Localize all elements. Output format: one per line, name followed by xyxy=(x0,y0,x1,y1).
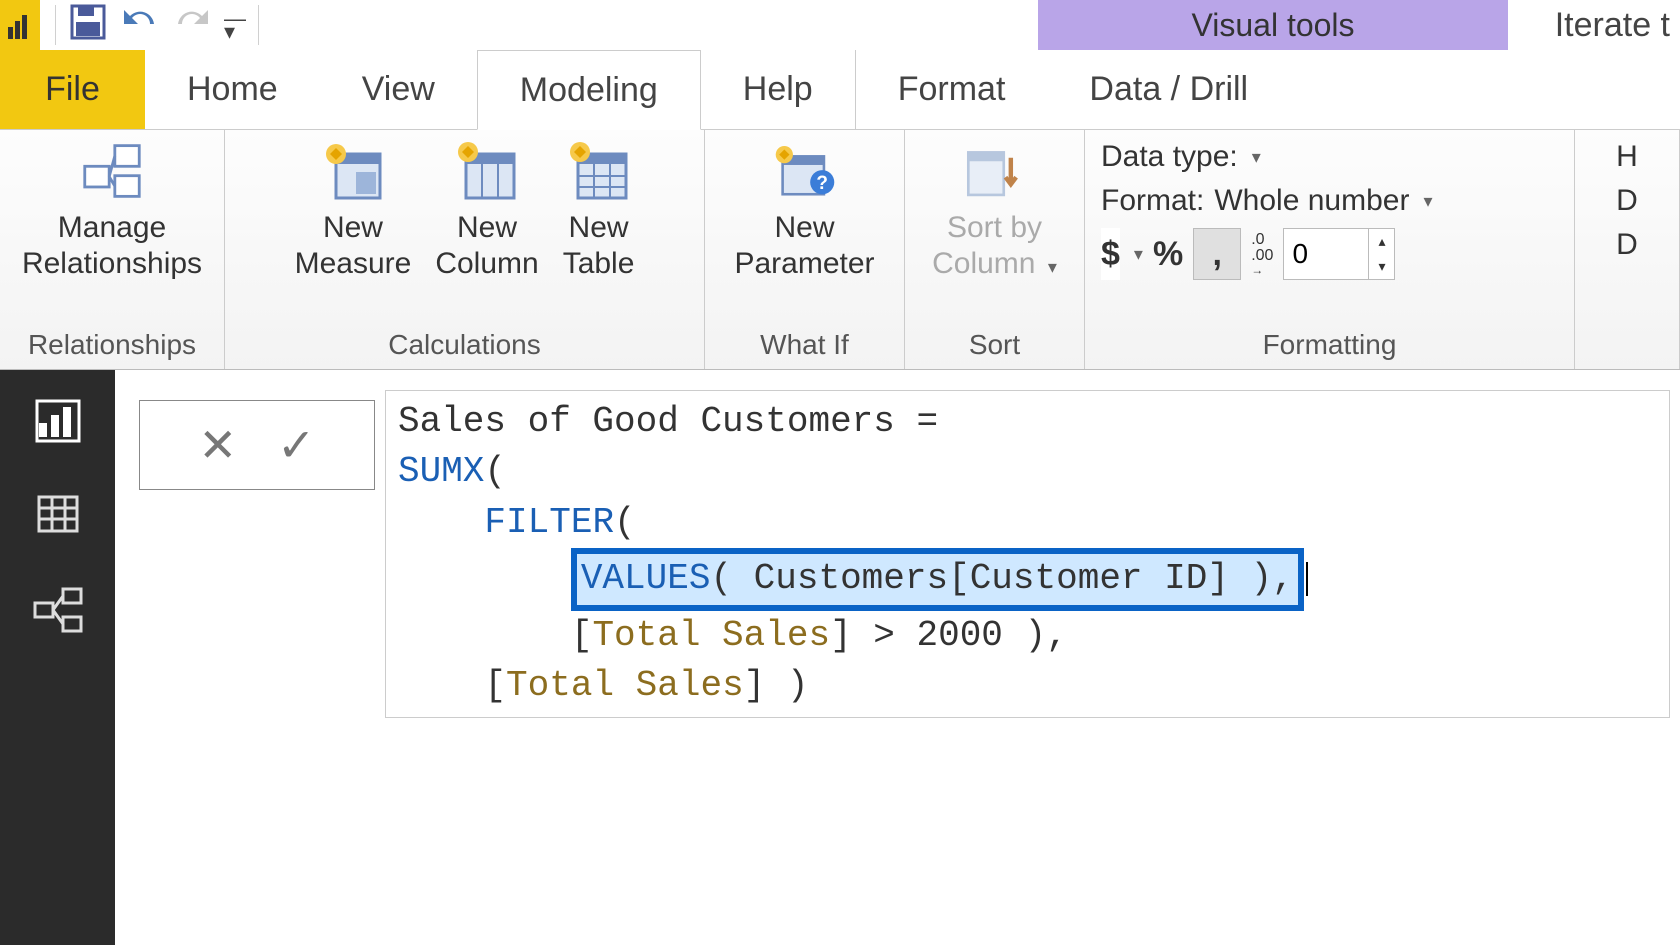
new-parameter-label-1: New xyxy=(774,211,834,244)
redo-icon[interactable] xyxy=(172,4,212,47)
formula-fn-filter: FILTER xyxy=(484,502,614,543)
format-value[interactable]: Whole number xyxy=(1214,184,1409,218)
currency-button[interactable]: $ xyxy=(1101,228,1120,280)
sort-by-label-2: Column xyxy=(932,247,1035,280)
formula-editor[interactable]: Sales of Good Customers = SUMX( FILTER( … xyxy=(385,390,1670,718)
accept-formula-button[interactable]: ✓ xyxy=(277,418,316,472)
tab-file[interactable]: File xyxy=(0,49,145,129)
cutoff-row-d1: D xyxy=(1616,184,1638,218)
formula-fn-sumx: SUMX xyxy=(398,451,484,492)
new-measure-label-1: New xyxy=(323,211,383,244)
parameter-icon: ? xyxy=(774,140,836,202)
formula-selection: VALUES( Customers[Customer ID] ), xyxy=(571,548,1304,610)
document-title: Iterate t xyxy=(1555,0,1670,50)
table-icon xyxy=(568,140,630,202)
formula-ident-total-sales-1: Total Sales xyxy=(592,615,830,656)
report-view-icon[interactable] xyxy=(30,390,86,446)
chevron-down-icon: ▾ xyxy=(1048,257,1057,277)
new-column-label-2: Column xyxy=(435,247,538,280)
svg-text:?: ? xyxy=(816,173,828,194)
new-parameter-label-2: Parameter xyxy=(734,247,874,280)
new-column-button[interactable]: NewColumn xyxy=(427,136,546,286)
tab-help[interactable]: Help xyxy=(701,49,855,129)
tab-data-drill[interactable]: Data / Drill xyxy=(1047,49,1290,129)
group-sort-label: Sort xyxy=(915,323,1074,369)
formula-fn-values: VALUES xyxy=(581,558,711,599)
model-view-icon[interactable] xyxy=(30,582,86,638)
tab-view[interactable]: View xyxy=(320,49,477,129)
tab-format[interactable]: Format xyxy=(856,49,1048,129)
column-icon xyxy=(456,140,518,202)
group-calculations-label: Calculations xyxy=(235,323,694,369)
decimal-places-spinner[interactable]: ▴ ▾ xyxy=(1283,228,1395,280)
formula-ident-total-sales-2: Total Sales xyxy=(506,665,744,706)
manage-relationships-button[interactable]: ManageRelationships xyxy=(14,136,210,286)
new-table-label-2: Table xyxy=(563,247,635,280)
text-caret xyxy=(1306,562,1308,596)
sort-by-label-1: Sort by xyxy=(947,211,1042,244)
format-dropdown-icon[interactable]: ▾ xyxy=(1423,191,1432,212)
cancel-formula-button[interactable]: ✕ xyxy=(198,418,237,472)
new-measure-button[interactable]: NewMeasure xyxy=(287,136,420,286)
group-whatif-label: What If xyxy=(715,323,894,369)
thousand-separator-button[interactable]: , xyxy=(1193,228,1241,280)
format-label: Format: xyxy=(1101,184,1204,218)
new-table-button[interactable]: NewTable xyxy=(555,136,643,286)
manage-relationships-label-1: Manage xyxy=(58,211,166,244)
data-type-dropdown[interactable]: ▾ xyxy=(1252,147,1261,168)
percent-button[interactable]: % xyxy=(1153,235,1183,274)
tab-home[interactable]: Home xyxy=(145,49,320,129)
sort-by-column-button[interactable]: Sort byColumn ▾ xyxy=(924,136,1065,286)
new-measure-label-2: Measure xyxy=(295,247,412,280)
data-type-label: Data type: xyxy=(1101,140,1238,174)
data-view-icon[interactable] xyxy=(30,486,86,542)
spinner-up-icon[interactable]: ▴ xyxy=(1369,229,1394,254)
group-relationships-label: Relationships xyxy=(10,323,214,369)
measure-icon xyxy=(322,140,384,202)
spinner-down-icon[interactable]: ▾ xyxy=(1369,254,1394,279)
sort-icon xyxy=(963,140,1025,202)
group-formatting-label: Formatting xyxy=(1095,323,1564,369)
decimal-places-input[interactable] xyxy=(1284,229,1368,279)
new-column-label-1: New xyxy=(457,211,517,244)
manage-relationships-label-2: Relationships xyxy=(22,247,202,280)
currency-dropdown-icon[interactable]: ▾ xyxy=(1134,244,1143,265)
undo-icon[interactable] xyxy=(120,4,160,47)
contextual-tab-visual-tools: Visual tools xyxy=(1038,0,1508,50)
qat-dropdown-icon[interactable]: —▾ xyxy=(224,12,246,38)
new-table-label-1: New xyxy=(569,211,629,244)
cutoff-row-h: H xyxy=(1616,140,1638,174)
relationship-icon xyxy=(81,140,143,202)
new-parameter-button[interactable]: ? NewParameter xyxy=(726,136,882,286)
tab-modeling[interactable]: Modeling xyxy=(477,50,701,130)
decimal-icon[interactable]: .0 .00 → xyxy=(1251,232,1273,276)
app-logo xyxy=(0,0,40,50)
cutoff-row-d2: D xyxy=(1616,228,1638,262)
background-text: Iter xyxy=(175,615,369,765)
save-icon[interactable] xyxy=(68,2,108,49)
formula-line-1: Sales of Good Customers = xyxy=(398,401,960,442)
